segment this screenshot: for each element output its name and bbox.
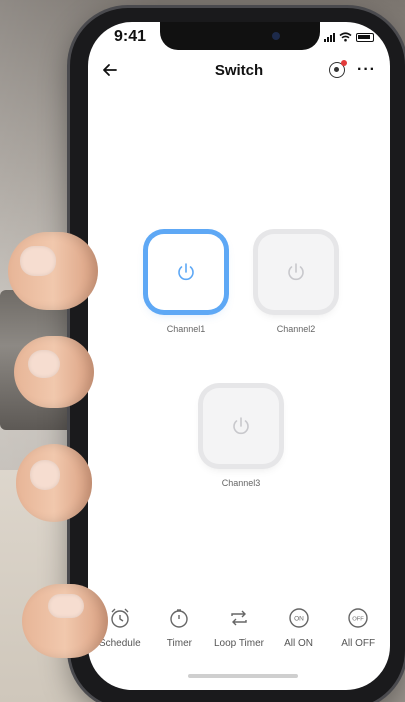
status-time: 9:41 <box>114 28 147 45</box>
power-icon <box>233 417 249 435</box>
tab-loop-timer[interactable]: Loop Timer <box>210 606 268 649</box>
wifi-icon <box>339 32 352 42</box>
channel-1[interactable]: Channel1 <box>148 234 224 334</box>
clock-icon <box>108 606 132 630</box>
nav-bar: Switch ··· <box>88 58 390 88</box>
tab-schedule-label: Schedule <box>98 638 141 649</box>
notification-dot <box>341 60 348 66</box>
status-icons <box>324 32 374 42</box>
channel-1-button[interactable] <box>148 234 224 310</box>
finger-2 <box>14 336 94 408</box>
tab-timer-label: Timer <box>166 638 192 649</box>
channel-3[interactable]: Channel3 <box>203 388 279 488</box>
channel-3-button[interactable] <box>203 388 279 464</box>
tab-timer[interactable]: Timer <box>150 606 208 649</box>
tab-all-off-label: All OFF <box>341 638 376 649</box>
channel-2[interactable]: Channel2 <box>258 234 334 334</box>
on-icon-text: ON <box>294 616 304 623</box>
on-icon: ON <box>287 606 311 630</box>
power-icon <box>288 263 304 281</box>
loop-icon <box>227 606 251 630</box>
more-icon[interactable]: ··· <box>357 62 376 78</box>
tab-all-on-label: All ON <box>284 638 314 649</box>
bottom-toolbar: Schedule Timer Loop Timer ON All ON OFF … <box>88 606 390 666</box>
finger-3 <box>16 444 92 522</box>
tab-all-on[interactable]: ON All ON <box>270 606 328 649</box>
signal-icon <box>324 32 335 42</box>
power-icon <box>178 263 194 281</box>
channel-2-button[interactable] <box>258 234 334 310</box>
channel-3-label: Channel3 <box>221 478 261 488</box>
home-indicator <box>188 674 298 678</box>
off-icon-text: OFF <box>352 617 364 623</box>
camera-icon[interactable] <box>329 60 348 78</box>
timer-icon <box>167 606 191 630</box>
tab-loop-timer-label: Loop Timer <box>213 638 264 649</box>
battery-icon <box>356 32 374 42</box>
thumb <box>22 584 108 658</box>
finger-1 <box>8 232 98 310</box>
notch <box>160 22 320 50</box>
channel-1-label: Channel1 <box>166 324 206 334</box>
channel-2-label: Channel2 <box>276 324 316 334</box>
nav-actions: ··· <box>329 60 376 78</box>
phone-screen: 9:41 Switch ··· Channel1 Channel2 Channe… <box>88 22 390 690</box>
off-icon: OFF <box>346 606 370 630</box>
front-camera-icon <box>272 32 280 40</box>
tab-all-off[interactable]: OFF All OFF <box>329 606 387 649</box>
